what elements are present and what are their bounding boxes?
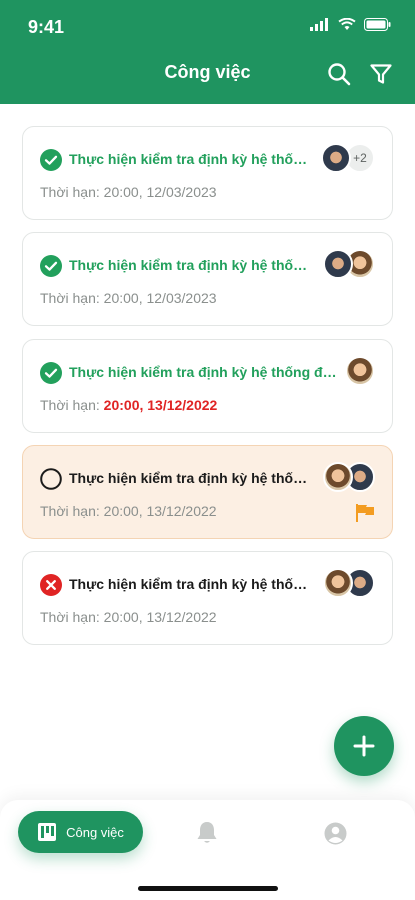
wifi-icon xyxy=(338,18,356,30)
add-task-button[interactable] xyxy=(334,716,394,776)
avatar xyxy=(323,249,353,279)
plus-icon xyxy=(353,735,375,757)
assignee-group: +2 xyxy=(321,143,375,173)
check-circle-icon xyxy=(40,255,62,277)
assignee-group xyxy=(345,356,375,386)
assignee-group xyxy=(323,462,375,492)
search-button[interactable] xyxy=(325,60,353,88)
status-icons xyxy=(310,18,391,31)
task-card[interactable]: Thực hiện kiểm tra định kỳ hệ thốn… Thời… xyxy=(22,232,393,326)
task-deadline: Thời hạn: 20:00, 12/03/2023 xyxy=(40,290,217,306)
profile-icon xyxy=(324,822,346,844)
bottom-tab-bar: Công việc xyxy=(0,800,415,900)
assignee-group xyxy=(323,568,375,598)
tab-profile[interactable] xyxy=(323,821,347,845)
search-icon xyxy=(328,63,351,86)
task-deadline: Thời hạn: 20:00, 12/03/2023 xyxy=(40,184,217,200)
filter-button[interactable] xyxy=(367,60,395,88)
battery-icon xyxy=(364,18,391,31)
task-title: Thực hiện kiểm tra định kỳ hệ thốn… xyxy=(69,257,315,273)
deadline-label: Thời hạn: xyxy=(40,184,100,200)
check-circle-icon xyxy=(40,149,62,171)
avatar xyxy=(323,568,353,598)
deadline-label: Thời hạn: xyxy=(40,503,100,519)
deadline-value-overdue: 20:00, 13/12/2022 xyxy=(103,397,218,413)
deadline-label: Thời hạn: xyxy=(40,609,100,625)
check-circle-icon xyxy=(40,362,62,384)
task-deadline: Thời hạn: 20:00, 13/12/2022 xyxy=(40,609,217,625)
task-title: Thực hiện kiểm tra định kỳ hệ thống… xyxy=(69,151,315,167)
task-card-pending[interactable]: Thực hiện kiểm tra định kỳ hệ thốn… Thời… xyxy=(22,445,393,539)
task-board-icon xyxy=(38,823,57,841)
task-title: Thực hiện kiểm tra định kỳ hệ thống đè… xyxy=(69,364,339,380)
avatar xyxy=(321,143,351,173)
deadline-value: 20:00, 12/03/2023 xyxy=(103,184,217,200)
home-indicator xyxy=(138,886,278,891)
deadline-value: 20:00, 13/12/2022 xyxy=(103,609,217,625)
status-time: 9:41 xyxy=(28,17,65,37)
task-deadline: Thời hạn: 20:00, 13/12/2022 xyxy=(40,397,217,413)
error-circle-icon xyxy=(40,574,62,596)
task-title: Thực hiện kiểm tra định kỳ hệ thốn… xyxy=(69,470,315,486)
deadline-label: Thời hạn: xyxy=(40,397,100,413)
task-card[interactable]: Thực hiện kiểm tra định kỳ hệ thống… +2 … xyxy=(22,126,393,220)
tab-notifications[interactable] xyxy=(195,821,219,845)
avatar xyxy=(345,356,375,386)
app-header: 9:41 Công việc xyxy=(0,0,415,104)
empty-circle-icon xyxy=(40,468,62,490)
deadline-value: 20:00, 13/12/2022 xyxy=(103,503,217,519)
avatar xyxy=(323,462,353,492)
tab-tasks-label: Công việc xyxy=(66,824,124,840)
deadline-value: 20:00, 12/03/2023 xyxy=(103,290,217,306)
assignee-group xyxy=(323,249,375,279)
flag-icon[interactable] xyxy=(355,504,375,522)
task-card[interactable]: Thực hiện kiểm tra định kỳ hệ thống đè… … xyxy=(22,339,393,433)
deadline-label: Thời hạn: xyxy=(40,290,100,306)
tab-tasks[interactable]: Công việc xyxy=(18,811,143,853)
bell-icon xyxy=(197,822,217,843)
task-card[interactable]: Thực hiện kiểm tra định kỳ hệ thốn… Thời… xyxy=(22,551,393,645)
signal-icon xyxy=(310,18,328,31)
filter-icon xyxy=(370,64,392,84)
task-deadline: Thời hạn: 20:00, 13/12/2022 xyxy=(40,503,217,519)
task-title: Thực hiện kiểm tra định kỳ hệ thốn… xyxy=(69,576,315,592)
